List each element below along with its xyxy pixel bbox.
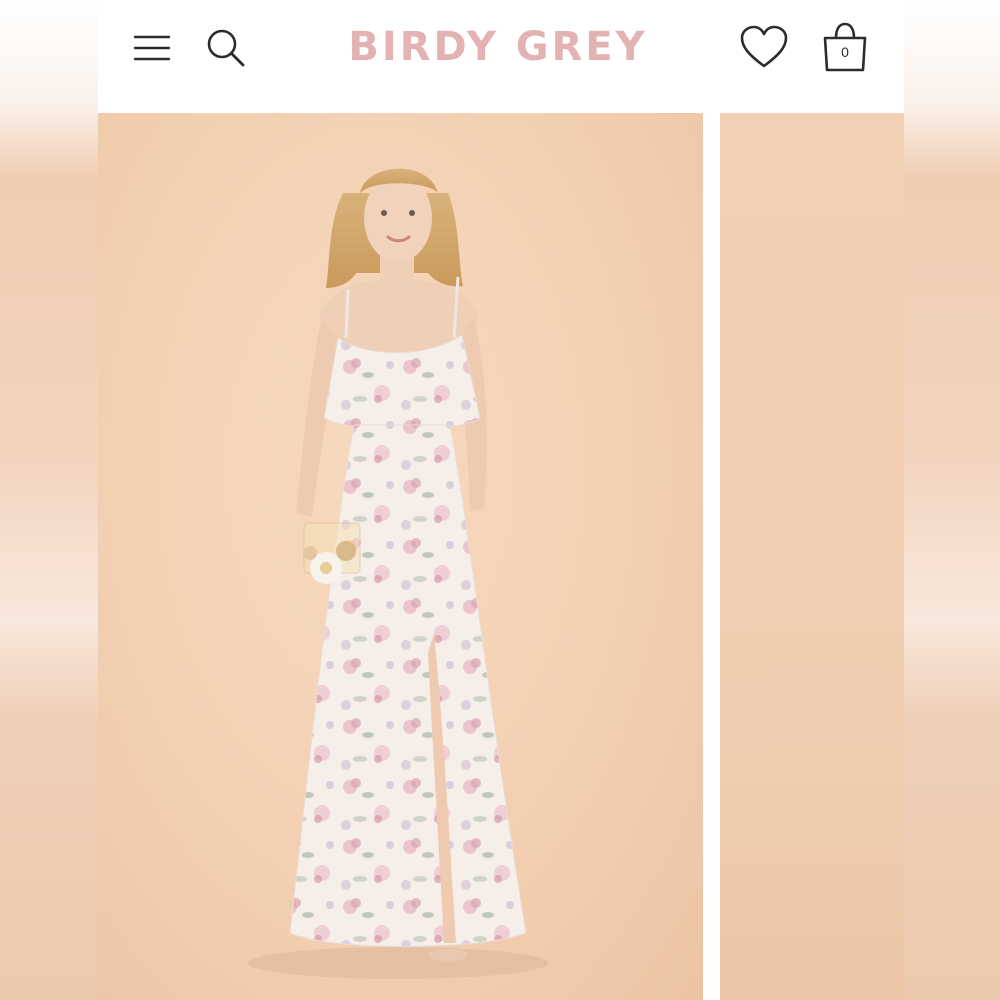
cart-count-badge: 0 bbox=[841, 44, 849, 60]
site-header: BIRDY GREY 0 bbox=[98, 0, 904, 113]
left-background-gutter bbox=[0, 0, 98, 1000]
brand-logo[interactable]: BIRDY GREY bbox=[298, 24, 698, 70]
mobile-screen: BIRDY GREY 0 bbox=[98, 0, 904, 1000]
heart-icon bbox=[740, 25, 788, 68]
product-photo-next[interactable] bbox=[720, 113, 904, 1000]
wishlist-button[interactable] bbox=[738, 24, 790, 70]
product-image bbox=[248, 168, 548, 979]
search-button[interactable] bbox=[202, 24, 248, 70]
menu-button[interactable] bbox=[128, 26, 174, 68]
product-photo-main[interactable] bbox=[98, 113, 703, 1000]
right-background-gutter bbox=[904, 0, 1000, 1000]
hamburger-menu-icon bbox=[133, 35, 171, 61]
cart-button[interactable]: 0 bbox=[818, 20, 872, 74]
search-icon bbox=[207, 29, 245, 67]
